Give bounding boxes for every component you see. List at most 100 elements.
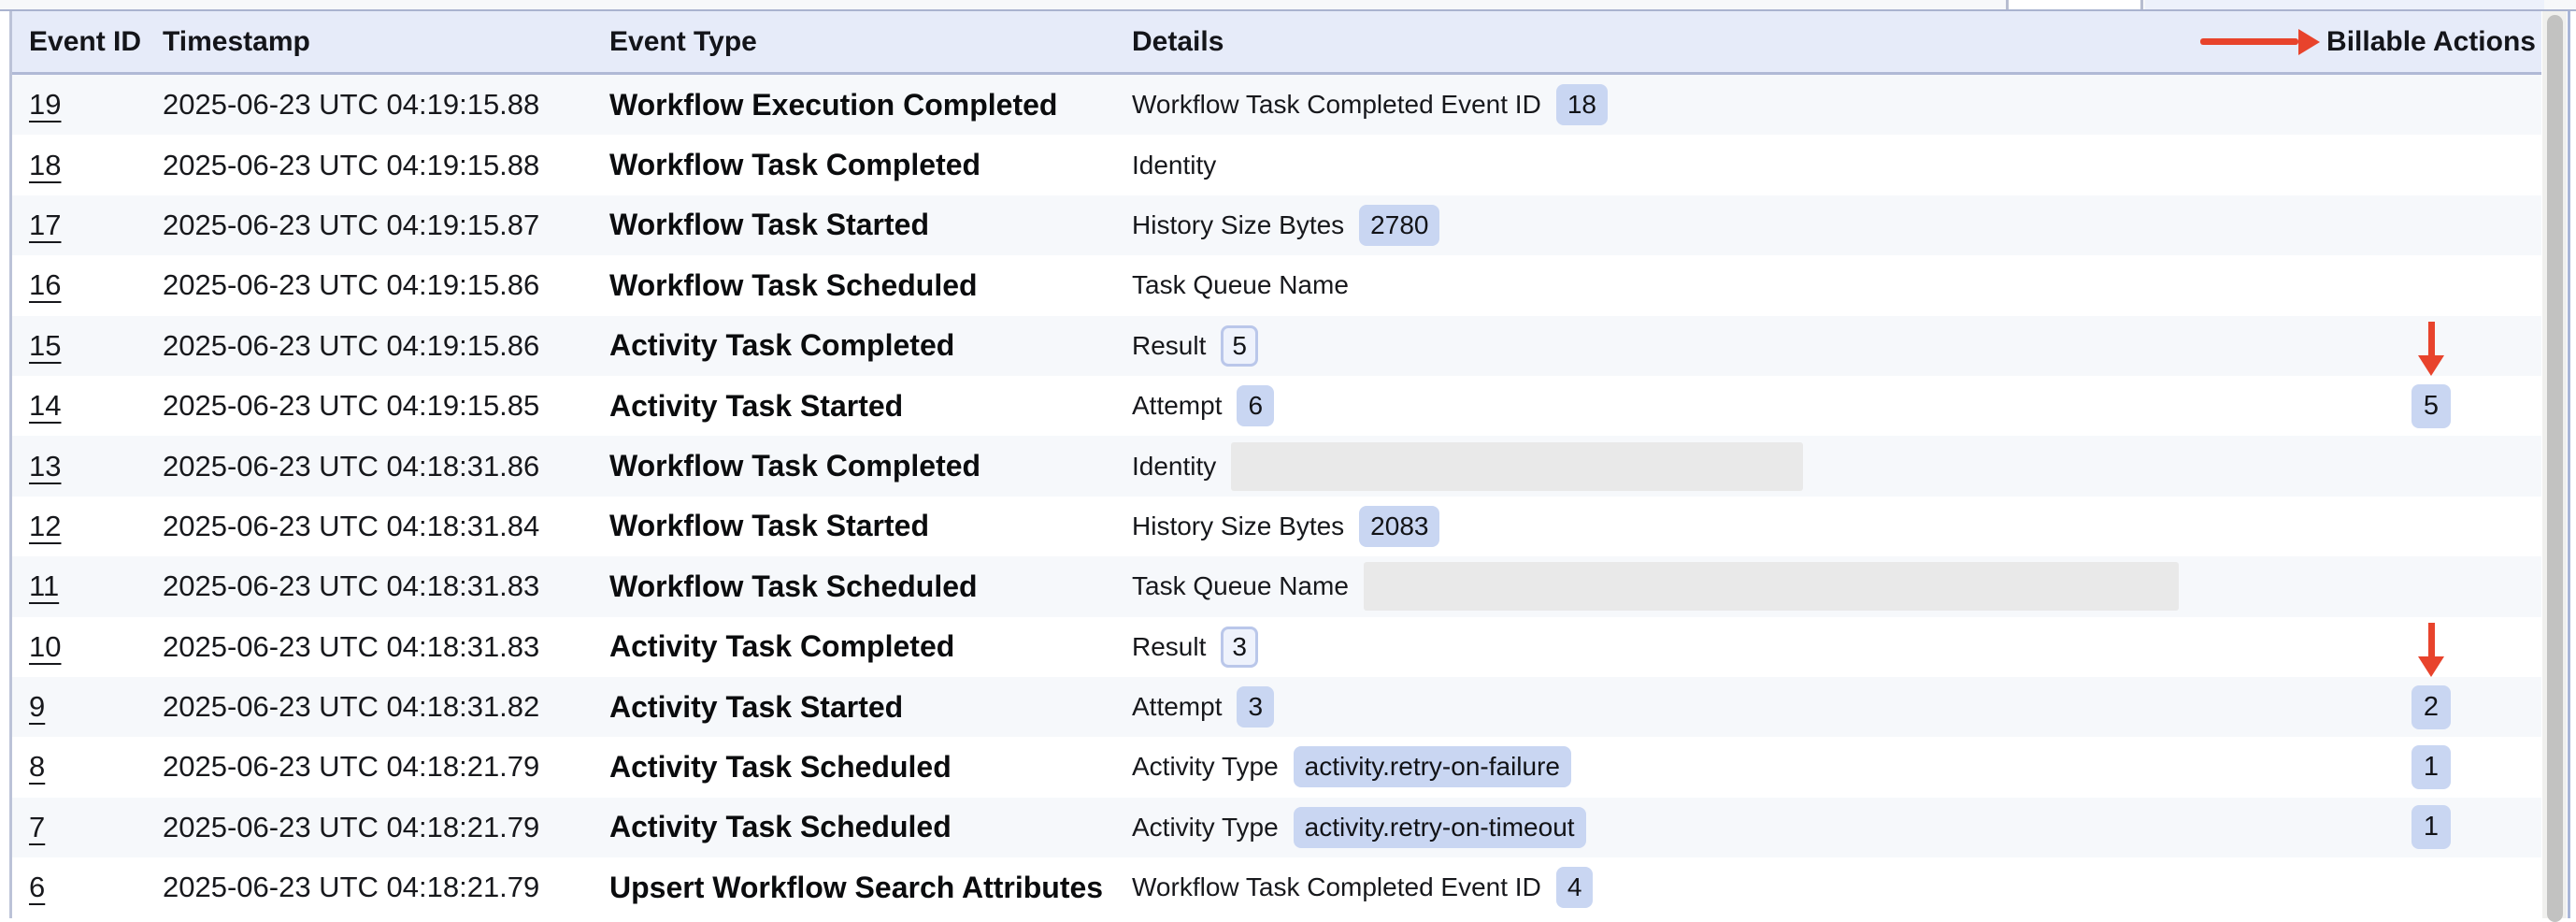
- panel-edge-divider: [2568, 0, 2570, 918]
- event-row[interactable]: 7 2025-06-23 UTC 04:18:21.79 Activity Ta…: [12, 798, 2541, 857]
- event-type-cell: Activity Task Started: [609, 389, 1132, 424]
- event-id-link[interactable]: 11: [29, 569, 59, 602]
- event-row[interactable]: 13 2025-06-23 UTC 04:18:31.86 Workflow T…: [12, 436, 2541, 496]
- detail-value-badge: 5: [1221, 325, 1258, 367]
- arrow-right-icon: [2200, 29, 2320, 55]
- billable-cell: 1: [2321, 805, 2541, 849]
- arrow-right-stem: [2200, 38, 2298, 45]
- event-row[interactable]: 11 2025-06-23 UTC 04:18:31.83 Workflow T…: [12, 556, 2541, 616]
- table-header-row: Event ID Timestamp Event Type Details Bi…: [12, 11, 2541, 75]
- event-id-link[interactable]: 10: [29, 630, 61, 663]
- event-id-cell: 19: [12, 88, 163, 122]
- details-cell: Identity: [1132, 151, 2321, 180]
- event-type-cell: Workflow Task Started: [609, 208, 1132, 242]
- timestamp-cell: 2025-06-23 UTC 04:18:21.79: [163, 750, 609, 784]
- details-cell: Task Queue Name: [1132, 562, 2321, 611]
- event-id-cell: 8: [12, 750, 163, 784]
- event-row[interactable]: 19 2025-06-23 UTC 04:19:15.88 Workflow E…: [12, 75, 2541, 135]
- event-rows: 19 2025-06-23 UTC 04:19:15.88 Workflow E…: [12, 75, 2541, 917]
- event-row[interactable]: 6 2025-06-23 UTC 04:18:21.79 Upsert Work…: [12, 857, 2541, 917]
- event-type-cell: Activity Task Scheduled: [609, 810, 1132, 844]
- event-type-cell: Workflow Task Scheduled: [609, 569, 1132, 604]
- event-id-cell: 13: [12, 450, 163, 483]
- event-id-link[interactable]: 19: [29, 88, 61, 121]
- detail-label: Identity: [1132, 151, 1216, 180]
- billable-actions-badge: 2: [2411, 685, 2451, 729]
- event-id-link[interactable]: 7: [29, 811, 45, 843]
- event-id-cell: 10: [12, 630, 163, 664]
- details-cell: Identity: [1132, 442, 2321, 491]
- event-type-cell: Activity Task Completed: [609, 328, 1132, 363]
- arrow-down-head: [2418, 355, 2444, 376]
- event-row[interactable]: 16 2025-06-23 UTC 04:19:15.86 Workflow T…: [12, 255, 2541, 315]
- event-id-link[interactable]: 12: [29, 510, 61, 542]
- detail-label: Workflow Task Completed Event ID: [1132, 90, 1541, 120]
- detail-value-badge: 2780: [1359, 205, 1439, 246]
- billable-cell: 2: [2321, 685, 2541, 729]
- event-history-table: Event ID Timestamp Event Type Details Bi…: [9, 11, 2541, 918]
- detail-value-badge: activity.retry-on-timeout: [1294, 807, 1586, 848]
- event-row[interactable]: 8 2025-06-23 UTC 04:18:21.79 Activity Ta…: [12, 737, 2541, 797]
- event-id-cell: 12: [12, 510, 163, 543]
- detail-label: Result: [1132, 331, 1206, 361]
- event-row[interactable]: 17 2025-06-23 UTC 04:19:15.87 Workflow T…: [12, 195, 2541, 255]
- details-cell: History Size Bytes 2780: [1132, 205, 2321, 246]
- event-type-cell: Activity Task Scheduled: [609, 750, 1132, 785]
- event-id-link[interactable]: 15: [29, 329, 61, 362]
- detail-value-badge: 3: [1221, 627, 1258, 668]
- detail-value-badge: 2083: [1359, 506, 1439, 547]
- details-cell: Task Queue Name: [1132, 270, 2321, 300]
- details-cell: Workflow Task Completed Event ID 4: [1132, 867, 2321, 908]
- redacted-value: [1364, 562, 2179, 611]
- event-row[interactable]: 12 2025-06-23 UTC 04:18:31.84 Workflow T…: [12, 497, 2541, 556]
- billable-actions-badge: 5: [2411, 384, 2451, 428]
- event-id-link[interactable]: 6: [29, 871, 45, 903]
- billable-actions-badge: 1: [2411, 805, 2451, 849]
- detail-label: Attempt: [1132, 391, 1222, 421]
- event-id-cell: 17: [12, 209, 163, 242]
- event-row[interactable]: 10 2025-06-23 UTC 04:18:31.83 Activity T…: [12, 617, 2541, 677]
- detail-label: Task Queue Name: [1132, 270, 1349, 300]
- event-id-cell: 16: [12, 268, 163, 302]
- timestamp-cell: 2025-06-23 UTC 04:19:15.86: [163, 268, 609, 302]
- arrow-down-stem: [2428, 322, 2435, 355]
- event-id-link[interactable]: 8: [29, 750, 45, 783]
- timestamp-cell: 2025-06-23 UTC 04:18:21.79: [163, 811, 609, 844]
- timestamp-cell: 2025-06-23 UTC 04:18:31.86: [163, 450, 609, 483]
- event-id-link[interactable]: 9: [29, 690, 45, 723]
- column-header-timestamp: Timestamp: [163, 26, 609, 58]
- detail-label: Attempt: [1132, 692, 1222, 722]
- details-cell: Attempt 3: [1132, 686, 2321, 728]
- event-type-cell: Workflow Task Scheduled: [609, 268, 1132, 303]
- arrow-down-icon: [2418, 623, 2444, 677]
- details-cell: Activity Type activity.retry-on-timeout: [1132, 807, 2321, 848]
- event-type-cell: Workflow Execution Completed: [609, 88, 1132, 122]
- event-id-link[interactable]: 14: [29, 389, 61, 422]
- event-id-cell: 9: [12, 690, 163, 724]
- event-row[interactable]: 15 2025-06-23 UTC 04:19:15.86 Activity T…: [12, 316, 2541, 376]
- column-header-event-type: Event Type: [609, 26, 1132, 58]
- event-id-cell: 14: [12, 389, 163, 423]
- event-row[interactable]: 18 2025-06-23 UTC 04:19:15.88 Workflow T…: [12, 135, 2541, 194]
- event-id-cell: 11: [12, 569, 163, 603]
- event-id-link[interactable]: 16: [29, 268, 61, 301]
- event-type-cell: Workflow Task Started: [609, 509, 1132, 543]
- billable-cell: 5: [2321, 384, 2541, 428]
- detail-label: History Size Bytes: [1132, 511, 1344, 541]
- clipped-toolbar-strip: [0, 0, 2576, 11]
- timestamp-cell: 2025-06-23 UTC 04:19:15.85: [163, 389, 609, 423]
- event-row[interactable]: 9 2025-06-23 UTC 04:18:31.82 Activity Ta…: [12, 677, 2541, 737]
- event-id-link[interactable]: 13: [29, 450, 61, 483]
- details-cell: Result 5: [1132, 325, 2321, 367]
- detail-label: Activity Type: [1132, 813, 1279, 843]
- scrollbar-thumb[interactable]: [2547, 15, 2563, 922]
- event-id-cell: 6: [12, 871, 163, 904]
- timestamp-cell: 2025-06-23 UTC 04:18:21.79: [163, 871, 609, 904]
- event-id-link[interactable]: 18: [29, 149, 61, 181]
- column-header-billable-actions: Billable Actions: [2321, 26, 2541, 58]
- event-id-link[interactable]: 17: [29, 209, 61, 241]
- event-type-cell: Workflow Task Completed: [609, 449, 1132, 483]
- timestamp-cell: 2025-06-23 UTC 04:19:15.87: [163, 209, 609, 242]
- event-row[interactable]: 14 2025-06-23 UTC 04:19:15.85 Activity T…: [12, 376, 2541, 436]
- billable-cell: [2321, 617, 2541, 677]
